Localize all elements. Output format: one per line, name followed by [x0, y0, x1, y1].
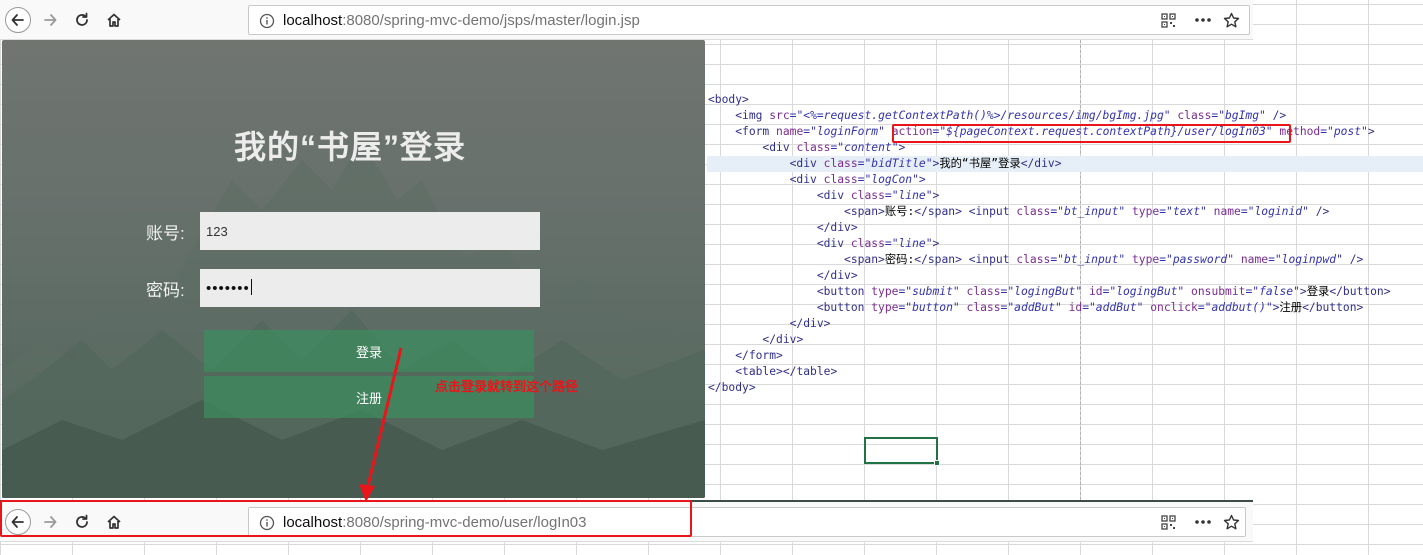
- selected-cell[interactable]: [864, 437, 940, 466]
- code-line: <span>账号:</span> <input class="bt_input"…: [844, 205, 1330, 218]
- more-icon[interactable]: [1195, 18, 1211, 22]
- code-line: </div>: [789, 317, 831, 330]
- fill-handle[interactable]: [934, 460, 940, 466]
- account-label: 账号:: [146, 224, 185, 243]
- forward-icon: [44, 14, 57, 26]
- reload-button[interactable]: [69, 7, 95, 33]
- bookmark-star-icon[interactable]: [1223, 12, 1240, 29]
- action-highlight-box: [892, 124, 1291, 143]
- more-icon[interactable]: [1195, 520, 1211, 524]
- address-bar[interactable]: localhost:8080/spring-mvc-demo/jsps/mast…: [248, 5, 1250, 35]
- bookmark-star-icon[interactable]: [1223, 514, 1240, 531]
- annotation-arrow: [359, 347, 403, 502]
- code-line: <div class="bidTitle">我的“书屋”登录</div>: [707, 156, 1423, 172]
- qr-code-icon[interactable]: [1161, 13, 1176, 28]
- url-highlight-box: [0, 500, 692, 537]
- code-line: <span>密码:</span> <input class="bt_input"…: [844, 253, 1364, 266]
- code-line: <body>: [708, 93, 749, 106]
- back-icon: [11, 14, 24, 26]
- password-value: •••••••: [206, 279, 252, 297]
- back-button[interactable]: [5, 7, 31, 33]
- code-line: <div class="line">: [816, 237, 940, 250]
- screenshot: { "top_browser": { "url_host": "localhos…: [0, 0, 1423, 555]
- browser-toolbar-top: localhost:8080/spring-mvc-demo/jsps/mast…: [0, 0, 1253, 40]
- account-value: 123: [206, 224, 228, 239]
- code-line: </form>: [735, 349, 783, 362]
- code-line: </div>: [762, 333, 804, 346]
- url-host: localhost: [283, 12, 343, 29]
- password-label: 密码:: [146, 281, 185, 300]
- url-text: localhost:8080/spring-mvc-demo/jsps/mast…: [283, 12, 640, 29]
- code-line: <table></table>: [735, 365, 838, 378]
- code-line: <div class="logCon">: [789, 173, 926, 186]
- code-line: <button type="button" class="addBut" id=…: [816, 301, 1364, 314]
- code-line: <div class="line">: [816, 189, 940, 202]
- url-path: :8080/spring-mvc-demo/jsps/master/login.…: [342, 12, 640, 29]
- annotation-text: 点击登录就转到这个路径: [435, 379, 579, 394]
- code-line: <button type="submit" class="logingBut" …: [816, 285, 1391, 298]
- info-icon[interactable]: [259, 13, 275, 29]
- qr-code-icon[interactable]: [1161, 515, 1176, 530]
- password-input[interactable]: •••••••: [200, 269, 540, 307]
- login-page: 我的“书屋”登录 账号: 123 密码: ••••••• 登录 注册: [2, 40, 705, 498]
- code-line: </body>: [708, 381, 756, 394]
- code-line: </div>: [816, 269, 858, 282]
- reload-icon: [76, 12, 88, 26]
- account-input[interactable]: 123: [200, 212, 540, 250]
- code-line: <img src="<%=request.getContextPath()%>/…: [735, 109, 1287, 122]
- home-icon: [107, 13, 121, 27]
- login-title: 我的“书屋”登录: [234, 129, 467, 165]
- home-button[interactable]: [101, 7, 127, 33]
- forward-button[interactable]: [37, 7, 63, 33]
- code-line: </div>: [816, 221, 858, 234]
